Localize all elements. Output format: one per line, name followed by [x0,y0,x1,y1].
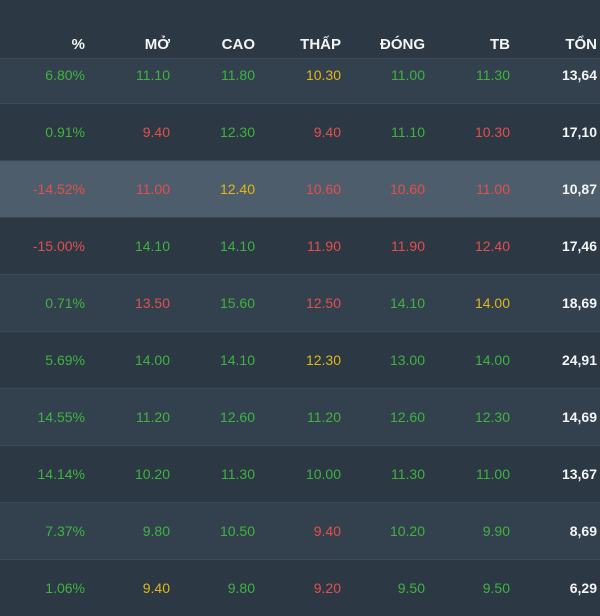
percent-change-cell: 14.55% [37,409,85,425]
total-volume-cell: 13,67 [561,466,597,482]
table-row[interactable]: 0.91% 9.40 12.30 9.40 11.10 10.30 17,10 [0,103,600,160]
column-header-open[interactable]: MỞ [80,36,170,53]
open-price-cell: 11.00 [136,181,170,197]
column-header-close[interactable]: ĐÓNG [335,36,425,53]
open-price-cell: 10.20 [134,466,170,482]
high-price-cell: 9.80 [227,580,255,596]
average-price-cell: 14.00 [474,295,510,311]
high-price-cell: 12.40 [219,181,255,197]
table-row[interactable]: 1.06% 9.40 9.80 9.20 9.50 9.50 6,29 [0,559,600,616]
low-price-cell: 9.40 [313,523,341,539]
close-price-cell: 11.00 [391,67,425,83]
open-price-cell: 9.40 [142,580,170,596]
percent-change-cell: 6.80% [45,67,85,83]
high-price-cell: 12.30 [219,124,255,140]
percent-change-cell: -14.52% [32,181,85,197]
average-price-cell: 11.30 [476,67,510,83]
total-volume-cell: 17,46 [561,238,597,254]
average-price-cell: 10.30 [474,124,510,140]
open-price-cell: 13.50 [134,295,170,311]
table-row[interactable]: 14.55% 11.20 12.60 11.20 12.60 12.30 14,69 [0,388,600,445]
high-price-cell: 12.60 [219,409,255,425]
table-row[interactable]: 0.71% 13.50 15.60 12.50 14.10 14.00 18,69 [0,274,600,331]
percent-change-cell: 0.91% [45,124,85,140]
close-price-cell: 11.30 [391,466,425,482]
low-price-cell: 12.50 [305,295,341,311]
close-price-cell: 11.10 [391,124,425,140]
open-price-cell: 9.80 [142,523,170,539]
low-price-cell: 9.20 [313,580,341,596]
open-price-cell: 9.40 [142,124,170,140]
open-price-cell: 11.10 [136,67,170,83]
table-row-selected[interactable]: -14.52% 11.00 12.40 10.60 10.60 11.00 10,87 [0,160,600,217]
high-price-cell: 11.80 [221,67,255,83]
average-price-cell: 12.30 [474,409,510,425]
percent-change-cell: -15.00% [32,238,85,254]
percent-change-cell: 5.69% [45,352,85,368]
high-price-cell: 15.60 [219,295,255,311]
total-volume-cell: 14,69 [561,409,597,425]
low-price-cell: 11.20 [307,409,341,425]
low-price-cell: 11.90 [307,238,341,254]
total-volume-cell: 8,69 [569,523,597,539]
average-price-cell: 12.40 [474,238,510,254]
high-price-cell: 14.10 [219,352,255,368]
total-volume-cell: 6,29 [569,580,597,596]
percent-change-cell: 0.71% [45,295,85,311]
high-price-cell: 10.50 [219,523,255,539]
column-header-percent[interactable]: % [0,36,85,53]
high-price-cell: 14.10 [219,238,255,254]
open-price-cell: 14.10 [134,238,170,254]
table-row[interactable]: 5.69% 14.00 14.10 12.30 13.00 14.00 24,91 [0,331,600,388]
table-header: % MỞ CAO THẤP ĐÓNG TB TỔN [0,0,600,58]
column-header-high[interactable]: CAO [165,36,255,53]
low-price-cell: 10.30 [305,67,341,83]
low-price-cell: 10.00 [305,466,341,482]
close-price-cell: 14.10 [389,295,425,311]
average-price-cell: 9.50 [482,580,510,596]
total-volume-cell: 17,10 [561,124,597,140]
column-header-total[interactable]: TỔN [507,36,597,53]
percent-change-cell: 7.37% [45,523,85,539]
column-header-low[interactable]: THẤP [251,36,341,53]
low-price-cell: 12.30 [305,352,341,368]
close-price-cell: 11.90 [391,238,425,254]
percent-change-cell: 14.14% [37,466,85,482]
open-price-cell: 14.00 [134,352,170,368]
close-price-cell: 10.20 [389,523,425,539]
average-price-cell: 9.90 [482,523,510,539]
total-volume-cell: 10,87 [561,181,597,197]
table-row[interactable]: 14.14% 10.20 11.30 10.00 11.30 11.00 13,67 [0,445,600,502]
table-row[interactable]: 6.80% 11.10 11.80 10.30 11.00 11.30 13,64 [0,58,600,103]
average-price-cell: 11.00 [476,466,510,482]
average-price-cell: 11.00 [476,181,510,197]
open-price-cell: 11.20 [136,409,170,425]
column-header-average[interactable]: TB [420,36,510,53]
low-price-cell: 9.40 [313,124,341,140]
close-price-cell: 13.00 [389,352,425,368]
average-price-cell: 14.00 [474,352,510,368]
low-price-cell: 10.60 [305,181,341,197]
total-volume-cell: 18,69 [561,295,597,311]
close-price-cell: 9.50 [397,580,425,596]
percent-change-cell: 1.06% [45,580,85,596]
stock-table: 6.80% 11.10 11.80 10.30 11.00 11.30 13,64 0.91%… [0,58,600,616]
table-row[interactable]: -15.00% 14.10 14.10 11.90 11.90 12.40 17,46 [0,217,600,274]
table-row[interactable]: 7.37% 9.80 10.50 9.40 10.20 9.90 8,69 [0,502,600,559]
total-volume-cell: 13,64 [561,67,597,83]
close-price-cell: 10.60 [389,181,425,197]
close-price-cell: 12.60 [389,409,425,425]
total-volume-cell: 24,91 [561,352,597,368]
high-price-cell: 11.30 [221,466,255,482]
